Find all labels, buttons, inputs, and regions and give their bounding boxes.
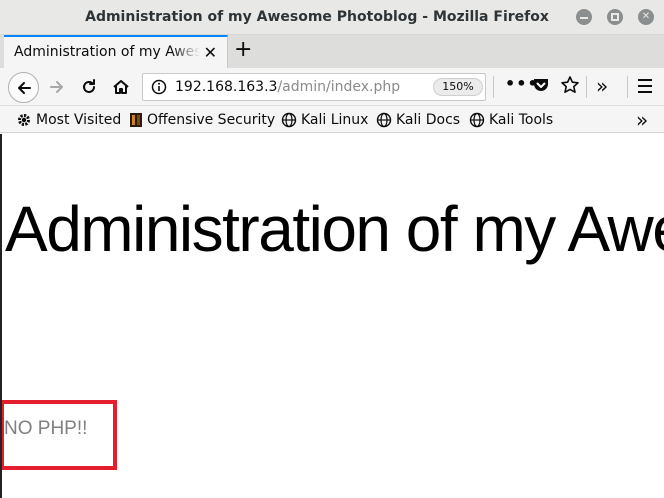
maximize-icon [611, 13, 619, 21]
info-icon[interactable] [151, 79, 167, 95]
bookmark-label: Most Visited [36, 112, 122, 128]
tab-active[interactable]: Administration of my Awesome Photoblog ✕ [4, 35, 228, 68]
bookmark-kali-linux[interactable]: Kali Linux [281, 110, 368, 130]
bookmark-label: Kali Linux [301, 112, 369, 128]
home-button[interactable] [110, 76, 132, 98]
chevron-double-right-icon: » [596, 74, 609, 98]
globe-icon [469, 112, 485, 128]
hamburger-icon-line [638, 91, 652, 93]
close-window-button[interactable]: ✕ [638, 9, 654, 25]
overflow-menu-button[interactable]: » [596, 74, 608, 98]
bookmark-kali-tools[interactable]: Kali Tools [469, 110, 553, 130]
tab-strip: Administration of my Awesome Photoblog ✕… [0, 35, 664, 68]
minimize-button[interactable] [576, 9, 592, 25]
highlight-box [0, 400, 117, 470]
bookmark-label: Offensive Security [147, 112, 276, 128]
reload-button[interactable] [78, 76, 100, 98]
toolbar-separator [493, 76, 494, 98]
zoom-indicator[interactable]: 150% [433, 78, 483, 96]
navigation-toolbar: 192.168.163.3/admin/index.php 150% ••• » [0, 68, 664, 106]
arrow-right-icon [50, 81, 63, 93]
window-titlebar: Administration of my Awesome Photoblog -… [0, 0, 664, 35]
close-icon[interactable]: ✕ [204, 43, 217, 62]
maximize-button[interactable] [607, 9, 623, 25]
hamburger-icon [638, 79, 652, 81]
gear-icon [18, 114, 30, 126]
offsec-icon [130, 113, 142, 127]
window-left-edge [0, 134, 2, 498]
home-icon [113, 80, 129, 94]
page-content: Administration of my Awesome Photoblog N… [0, 134, 664, 498]
toolbar-separator [627, 76, 628, 98]
new-tab-button[interactable]: + [234, 39, 252, 61]
chevron-double-right-icon: » [636, 108, 649, 132]
minimize-icon [580, 17, 588, 19]
globe-icon [281, 112, 297, 128]
bookmark-star-icon[interactable] [560, 75, 580, 95]
forward-button[interactable] [46, 76, 68, 98]
toolbar-separator [586, 76, 587, 98]
back-button[interactable] [8, 72, 39, 103]
bookmark-label: Kali Tools [489, 112, 554, 128]
bookmarks-toolbar: Most Visited Offensive Security Kali Lin… [0, 106, 664, 133]
bookmark-most-visited[interactable]: Most Visited [16, 110, 121, 130]
bookmark-kali-docs[interactable]: Kali Docs [376, 110, 460, 130]
bookmark-offensive-security[interactable]: Offensive Security [129, 110, 275, 130]
plus-icon: + [234, 37, 253, 62]
window-title: Administration of my Awesome Photoblog -… [85, 9, 549, 25]
pocket-icon[interactable] [533, 77, 549, 93]
url-host: 192.168.163.3 [175, 79, 278, 95]
url-text[interactable]: 192.168.163.3/admin/index.php [175, 79, 425, 95]
url-path: /admin/index.php [277, 79, 401, 95]
arrow-left-icon [17, 81, 31, 94]
bookmark-label: Kali Docs [396, 112, 461, 128]
hamburger-icon-line [638, 85, 652, 87]
tab-label: Administration of my Awesome Photoblog [14, 44, 200, 60]
globe-icon [376, 112, 392, 128]
page-heading: Administration of my Awesome Photoblog [5, 193, 664, 265]
close-icon: ✕ [641, 11, 651, 22]
app-menu-button[interactable] [638, 79, 652, 93]
reload-icon [83, 79, 95, 93]
url-bar[interactable]: 192.168.163.3/admin/index.php 150% [142, 73, 486, 101]
bookmarks-overflow-button[interactable]: » [636, 108, 648, 132]
